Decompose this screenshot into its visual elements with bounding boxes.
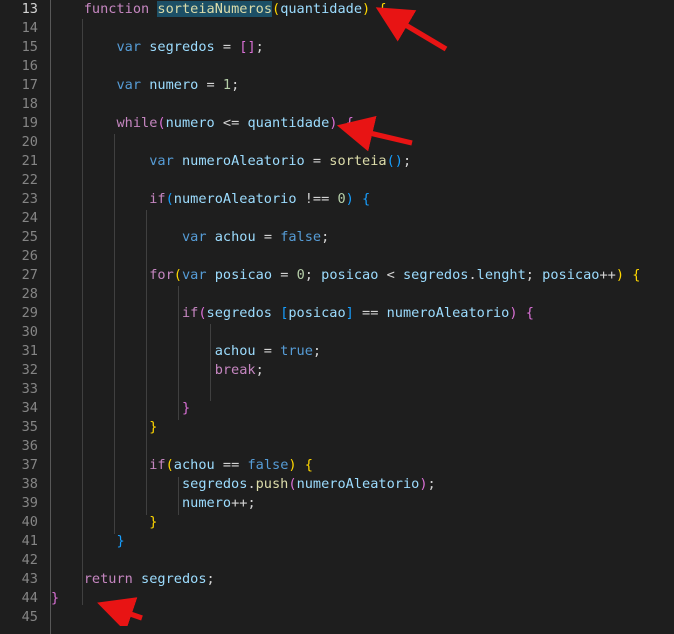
- code-content[interactable]: function sorteiaNumeros(quantidade) { va…: [51, 0, 674, 634]
- line-number: 27: [21, 267, 38, 283]
- line-number: 35: [21, 419, 38, 435]
- line-number: 26: [21, 248, 38, 264]
- line-number-gutter: 13 14 15 16 17 18 19 20 21 22 23 24 25 26 27 28 29 30 31 32…: [0, 0, 50, 634]
- line-number: 42: [21, 552, 38, 568]
- line-number: 20: [21, 134, 38, 150]
- line-number: 25: [21, 229, 38, 245]
- line-number: 16: [21, 58, 38, 74]
- code-editor[interactable]: 13 14 15 16 17 18 19 20 21 22 23 24 25 26 27 28 29 30 31 32…: [0, 0, 674, 634]
- code-line[interactable]: }: [51, 589, 59, 608]
- code-line[interactable]: var achou = false;: [51, 228, 329, 247]
- code-line[interactable]: var numero = 1;: [51, 76, 239, 95]
- code-line[interactable]: break;: [51, 361, 264, 380]
- line-number: 28: [21, 286, 38, 302]
- code-line[interactable]: while(numero <= quantidade) {: [51, 114, 353, 133]
- code-line[interactable]: achou = true;: [51, 342, 321, 361]
- line-number: 33: [21, 381, 38, 397]
- line-number: 37: [21, 457, 38, 473]
- line-number: 29: [21, 305, 38, 321]
- line-number: 32: [21, 362, 38, 378]
- line-number: 40: [21, 514, 38, 530]
- code-line[interactable]: if(achou == false) {: [51, 456, 313, 475]
- line-number: 43: [21, 571, 38, 587]
- line-number: 17: [21, 77, 38, 93]
- code-line[interactable]: }: [51, 399, 190, 418]
- line-number: 24: [21, 210, 38, 226]
- line-number: 44: [21, 590, 38, 606]
- code-line[interactable]: }: [51, 513, 157, 532]
- line-number: 38: [21, 476, 38, 492]
- code-line[interactable]: }: [51, 418, 157, 437]
- code-line[interactable]: var numeroAleatorio = sorteia();: [51, 152, 411, 171]
- line-number: 18: [21, 96, 38, 112]
- line-number: 14: [21, 20, 38, 36]
- line-number: 30: [21, 324, 38, 340]
- line-number: 41: [21, 533, 38, 549]
- code-line[interactable]: return segredos;: [51, 570, 215, 589]
- line-number: 22: [21, 172, 38, 188]
- line-number: 13: [21, 1, 38, 17]
- line-number: 23: [21, 191, 38, 207]
- line-number: 15: [21, 39, 38, 55]
- code-line[interactable]: segredos.push(numeroAleatorio);: [51, 475, 436, 494]
- code-line[interactable]: numero++;: [51, 494, 256, 513]
- selected-token: sorteiaNumeros: [157, 1, 272, 17]
- code-line[interactable]: var segredos = [];: [51, 38, 263, 57]
- line-number: 19: [21, 115, 38, 131]
- line-number: 31: [21, 343, 38, 359]
- code-line[interactable]: }: [51, 532, 124, 551]
- line-number: 39: [21, 495, 38, 511]
- line-number: 21: [21, 153, 38, 169]
- code-line[interactable]: if(segredos [posicao] == numeroAleatorio…: [51, 304, 534, 323]
- line-number: 45: [21, 609, 38, 625]
- code-line[interactable]: function sorteiaNumeros(quantidade) {: [51, 0, 387, 19]
- code-line[interactable]: for(var posicao = 0; posicao < segredos.…: [51, 266, 640, 285]
- line-number: 36: [21, 438, 38, 454]
- line-number: 34: [21, 400, 38, 416]
- code-line[interactable]: if(numeroAleatorio !== 0) {: [51, 190, 370, 209]
